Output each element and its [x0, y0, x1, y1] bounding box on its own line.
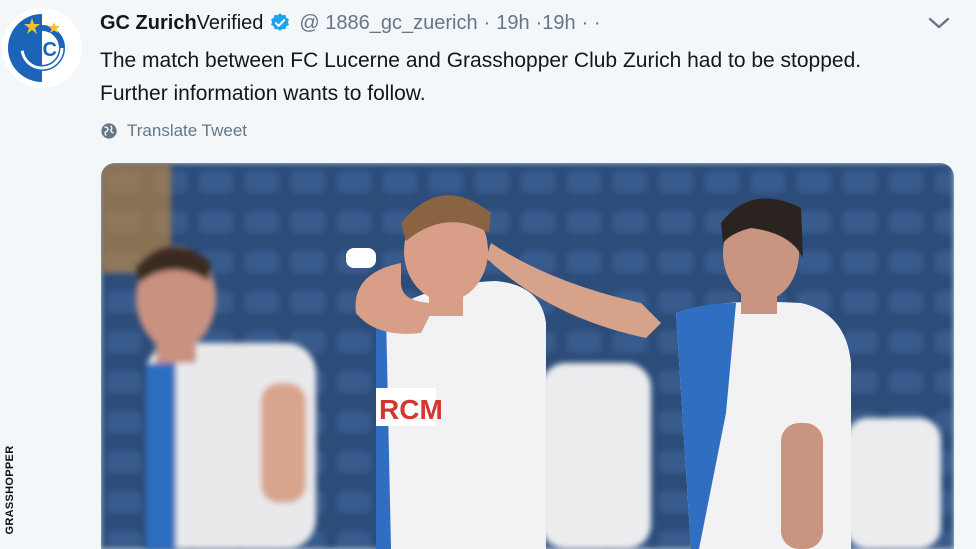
tweet-header: GC Zurich Verified @ 1886_gc_zuerich · 19…	[100, 10, 601, 36]
verified-badge-icon	[271, 13, 290, 31]
verified-label: Verified	[196, 11, 264, 34]
globe-icon	[101, 123, 117, 139]
translate-tweet-link[interactable]: Translate Tweet	[100, 121, 247, 141]
photo-illustration: RCM	[101, 163, 954, 549]
author-handle[interactable]: @ 1886_gc_zuerich	[299, 12, 477, 35]
translate-label: Translate Tweet	[127, 121, 248, 140]
timestamp[interactable]: 19h	[496, 12, 529, 35]
tweet-text: The match between FC Lucerne and Grassho…	[100, 44, 960, 110]
avatar[interactable]: GC	[2, 8, 82, 88]
author-name[interactable]: GC Zurich	[100, 12, 197, 35]
separator-dot: ·	[483, 11, 491, 34]
tweet-photo[interactable]: RCM	[101, 163, 954, 549]
ellipsis: · ·	[581, 11, 601, 34]
chevron-down-icon[interactable]	[926, 12, 952, 34]
timestamp-repeat: ·19h	[535, 11, 576, 34]
logo-letters: GC	[27, 39, 57, 61]
club-logo-icon: GC	[2, 8, 82, 88]
tweet-text-line-1: The match between FC Lucerne and Grassho…	[100, 49, 862, 72]
tweet-text-line-2: Further information wants to follow.	[100, 82, 426, 105]
image-credit: GRASSHOPPER	[3, 434, 17, 546]
image-credit-text: GRASSHOPPER	[4, 445, 16, 535]
sponsor-text: RCM	[379, 394, 443, 425]
